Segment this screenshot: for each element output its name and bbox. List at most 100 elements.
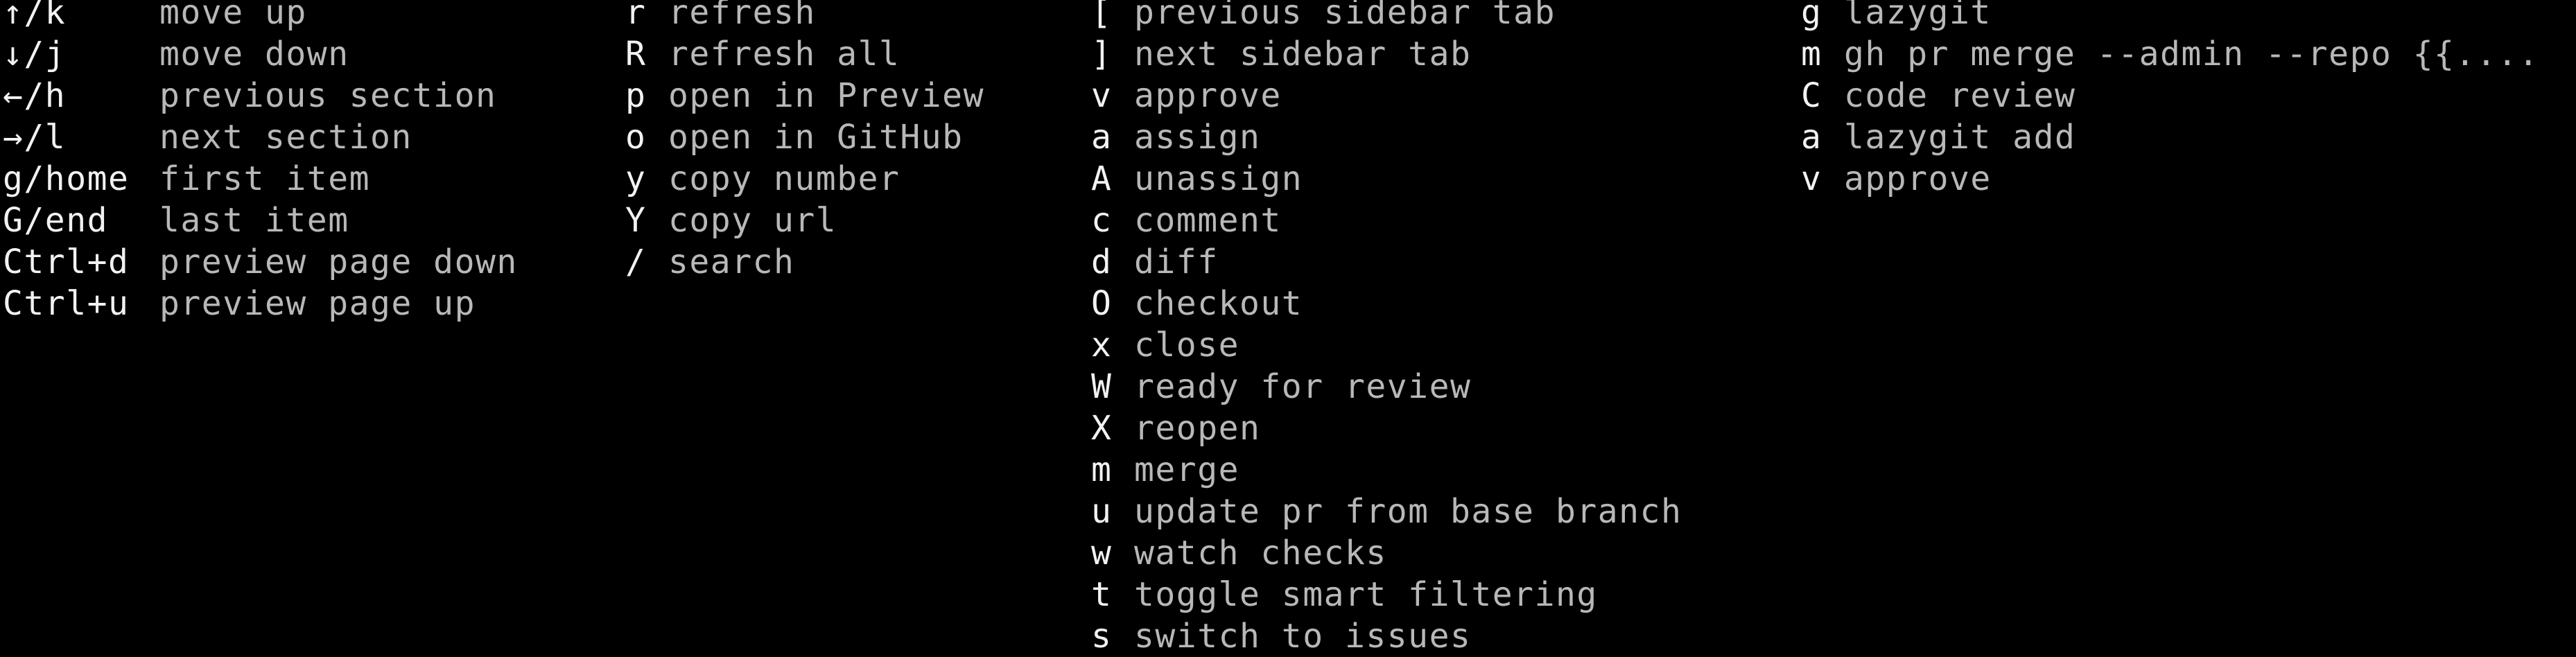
keybinding-description: update pr from base branch [1134,492,1682,531]
keybinding-key: u [1091,492,1113,531]
keybinding-key: →/l [3,118,67,157]
keybinding-description: approve [1844,159,1992,198]
keybinding-key: ←/h [3,76,67,115]
keybinding-description: reopen [1134,409,1261,448]
keybinding-key: X [1091,409,1113,448]
help-row: Ctrl+d preview page down [3,241,518,283]
help-row: p open in Preview [625,75,984,116]
keybinding-key: Y [625,201,647,240]
keybinding-description: comment [1134,201,1282,240]
keybinding-key: v [1801,159,1822,198]
help-row: Wready for review [1091,366,1682,408]
help-row: ] next sidebar tab [1091,33,1682,75]
keybinding-description: watch checks [1134,534,1387,572]
keybinding-key: p [625,76,647,115]
keybinding-description: open in Preview [668,76,984,115]
keybinding-description: preview page down [159,243,518,281]
keybinding-description: last item [159,201,349,240]
keybinding-description: ready for review [1134,367,1472,406]
help-row: m merge [1091,449,1682,491]
keybinding-description: move up [159,0,307,32]
keybinding-description: copy url [668,201,837,240]
keybinding-key: d [1091,243,1113,281]
keybinding-key: x [1091,326,1113,365]
keybinding-key: m [1801,35,1822,73]
help-row: Ocheckout [1091,283,1682,324]
keybinding-description: assign [1134,118,1261,157]
help-column-custom-commands: g lazygit m gh pr merge --admin --repo {{.… [1801,0,2539,200]
keybinding-key: c [1091,201,1113,240]
help-row: c comment [1091,200,1682,241]
keybinding-description: unassign [1134,159,1303,198]
keybinding-description: code review [1844,76,2076,115]
keybinding-description: approve [1134,76,1282,115]
keybinding-key: C [1801,76,1822,115]
keybinding-key: s [1091,617,1113,656]
keybinding-description: next section [159,118,412,157]
help-row: ↓/j move down [3,33,518,75]
help-row: [ previous sidebar tab [1091,0,1682,33]
keybinding-key: a [1801,118,1822,157]
help-row: ←/h previous section [3,75,518,116]
help-row: s switch to issues [1091,615,1682,657]
help-column-pr-actions: [previous sidebar tab ] next sidebar tab … [1091,0,1682,657]
keybinding-key: v [1091,76,1113,115]
keybinding-description: refresh all [668,35,900,73]
keybinding-key: m [1091,450,1113,489]
help-row: v approve [1801,158,2539,200]
keybinding-description: toggle smart filtering [1134,575,1598,614]
keybinding-description: lazygit [1844,0,1992,32]
help-row: Ctrl+u preview page up [3,283,518,324]
keybinding-key: w [1091,534,1113,572]
keybinding-key: g/home [3,159,130,198]
help-row: a assign [1091,116,1682,158]
keybinding-description: previous sidebar tab [1134,0,1556,32]
keybinding-description: move down [159,35,349,73]
keybinding-key: ↑/k [3,0,67,32]
keybinding-description: lazygit add [1844,118,2076,157]
help-row: / search [625,241,984,283]
keybinding-key: r [625,0,647,32]
keybinding-key: Ctrl+d [3,243,130,281]
help-row: a lazygit add [1801,116,2539,158]
help-row: u update pr from base branch [1091,491,1682,532]
help-row: d diff [1091,241,1682,283]
help-row: g lazygit [1801,0,2539,33]
help-row: o open in GitHub [625,116,984,158]
keybinding-description: next sidebar tab [1134,35,1472,73]
keybinding-key: ] [1091,35,1113,73]
keybinding-description: copy number [668,159,900,198]
help-row: m gh pr merge --admin --repo {{.... [1801,33,2539,75]
help-row: Rrefresh all [625,33,984,75]
help-row: Ccode review [1801,75,2539,116]
keybinding-description: diff [1134,243,1219,281]
keybinding-description: merge [1134,450,1239,489]
keybinding-key: o [625,118,647,157]
help-row: v approve [1091,75,1682,116]
keybinding-key: g [1801,0,1822,32]
keybinding-description: gh pr merge --admin --repo {{.... [1844,35,2540,73]
keybinding-key: / [625,243,647,281]
help-column-navigation: ↑/k move up ↓/j move down ←/h previous sect… [3,0,518,324]
help-row: G/end last item [3,200,518,241]
help-row: w watch checks [1091,532,1682,574]
keybinding-key: ↓/j [3,35,67,73]
help-row: Aunassign [1091,158,1682,200]
keybinding-key: [ [1091,0,1113,32]
help-row: r refresh [625,0,984,33]
help-row: ↑/k move up [3,0,518,33]
help-row: →/l next section [3,116,518,158]
help-row: y copy number [625,158,984,200]
keybinding-description: previous section [159,76,497,115]
keybinding-description: close [1134,326,1239,365]
keybinding-description: open in GitHub [668,118,964,157]
keybinding-key: G/end [3,201,108,240]
help-row: x close [1091,324,1682,366]
keybinding-key: A [1091,159,1113,198]
keybinding-key: O [1091,284,1113,323]
keybinding-key: Ctrl+u [3,284,130,323]
help-row: Xreopen [1091,408,1682,449]
keybinding-key: R [625,35,647,73]
help-row: t toggle smart filtering [1091,574,1682,615]
keybinding-description: preview page up [159,284,476,323]
